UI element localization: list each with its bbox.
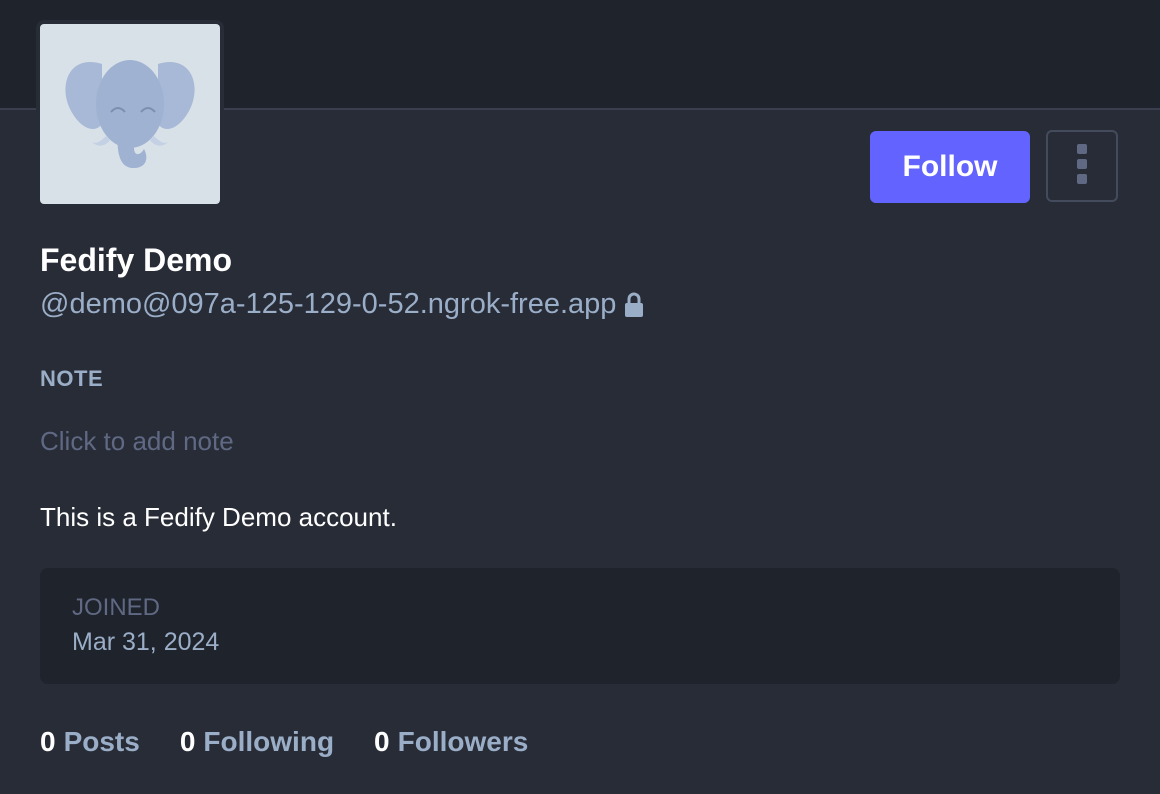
following-stat-link[interactable]: 0 Following <box>180 726 334 758</box>
vertical-ellipsis-icon <box>1074 143 1090 189</box>
account-handle-row: @demo@097a-125-129-0-52.ngrok-free.app <box>40 288 644 321</box>
joined-info-box: JOINED Mar 31, 2024 <box>40 568 1120 684</box>
followers-count: 0 <box>374 726 390 757</box>
avatar[interactable] <box>36 20 224 208</box>
note-label: NOTE <box>40 366 104 391</box>
followers-label: Followers <box>397 726 529 757</box>
followers-stat-link[interactable]: 0 Followers <box>374 726 528 758</box>
posts-label: Posts <box>63 726 140 757</box>
account-handle[interactable]: @demo@097a-125-129-0-52.ngrok-free.app <box>40 288 616 321</box>
elephant-avatar-icon <box>40 24 220 204</box>
account-stats: 0 Posts 0 Following 0 Followers <box>40 726 528 758</box>
follow-button[interactable]: Follow <box>870 131 1030 203</box>
lock-icon <box>624 292 644 318</box>
following-label: Following <box>203 726 335 757</box>
following-count: 0 <box>179 726 196 757</box>
display-name: Fedify Demo <box>40 242 233 278</box>
joined-date: Mar 31, 2024 <box>72 628 220 656</box>
bio-text: This is a Fedify Demo account. <box>40 502 397 532</box>
posts-stat-link[interactable]: 0 Posts <box>40 726 140 758</box>
posts-count: 0 <box>40 726 56 757</box>
joined-label: JOINED <box>72 594 161 621</box>
note-input[interactable]: Click to add note <box>40 426 234 457</box>
more-options-button[interactable] <box>1046 130 1118 202</box>
